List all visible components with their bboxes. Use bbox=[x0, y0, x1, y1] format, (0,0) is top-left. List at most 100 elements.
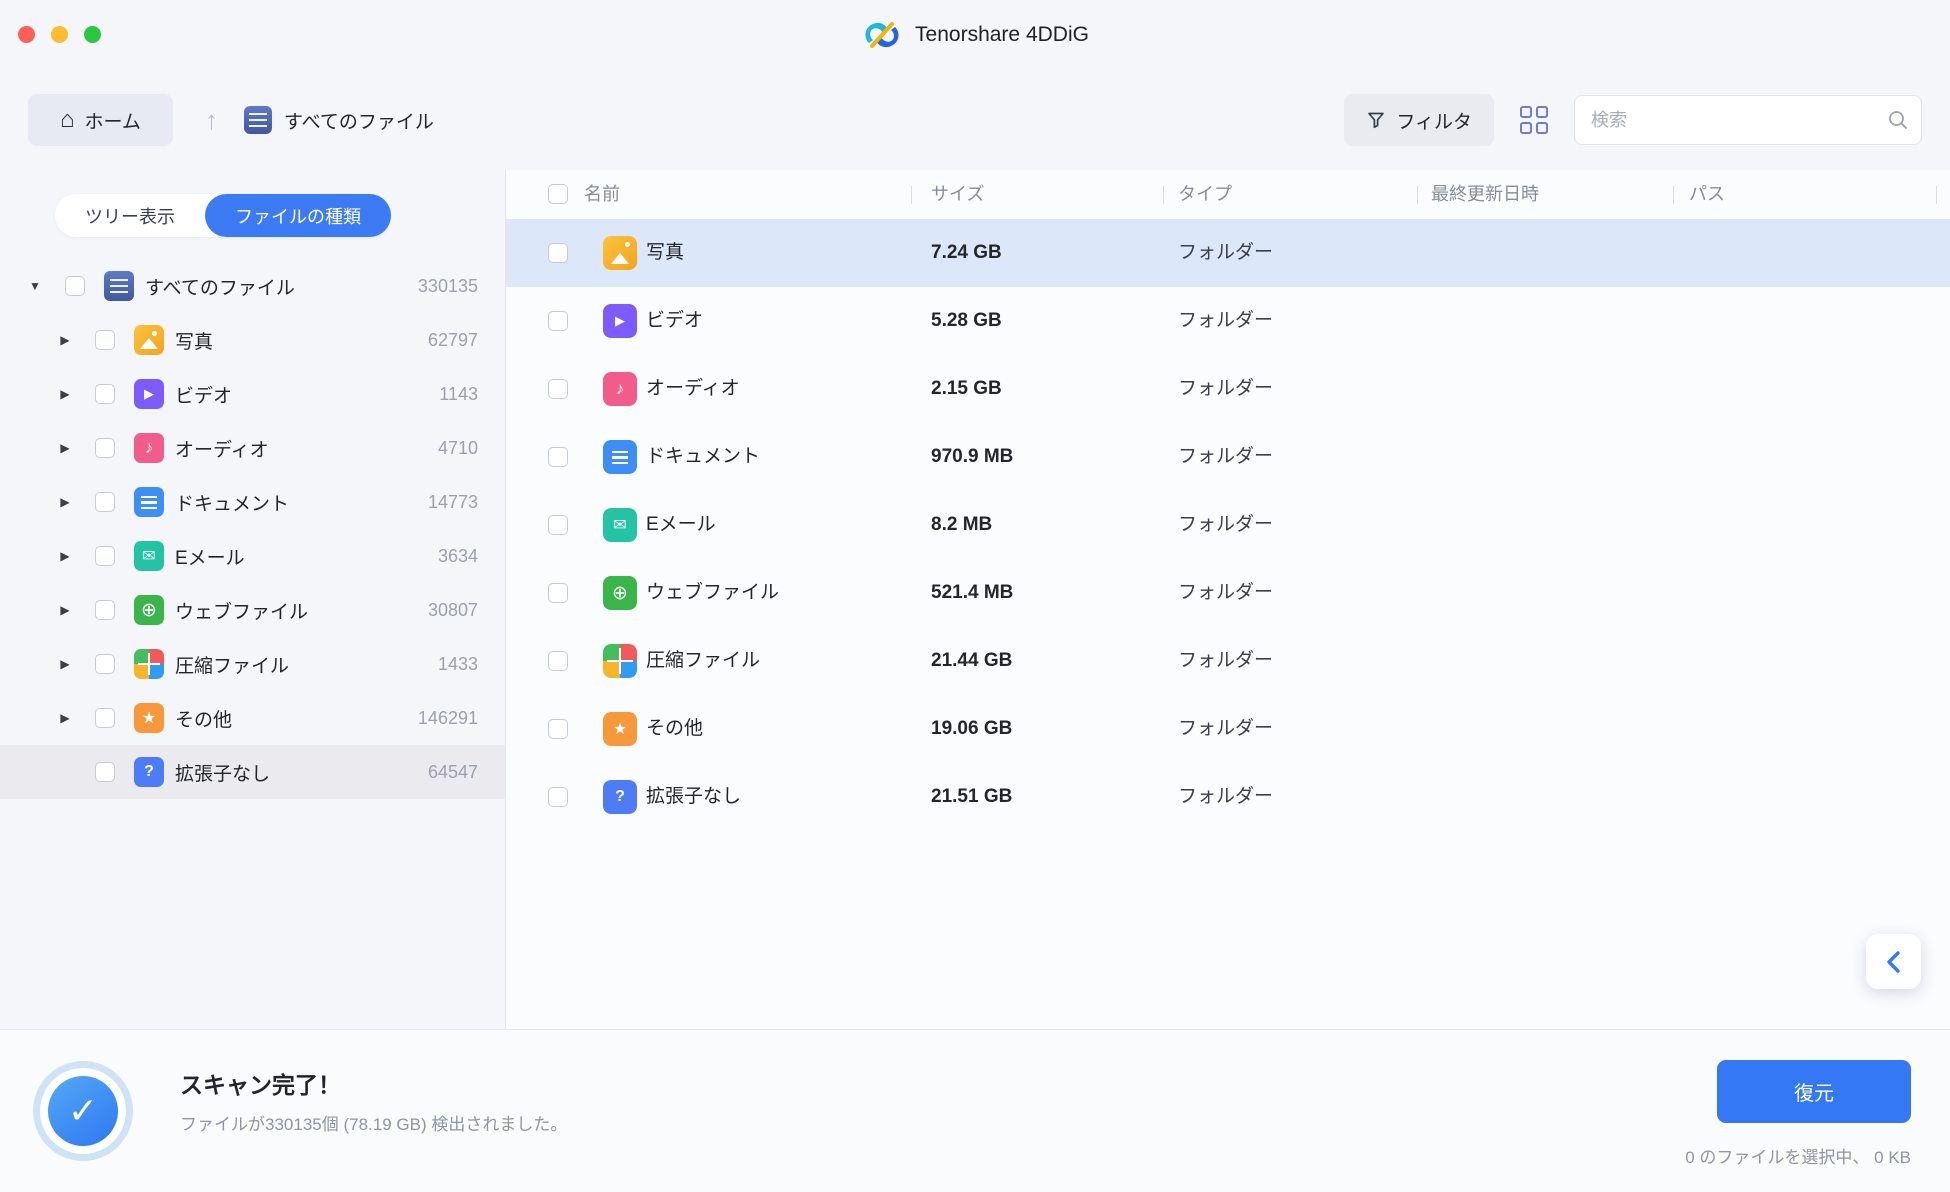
checkbox[interactable] bbox=[95, 438, 115, 458]
collapse-panel-button[interactable] bbox=[1866, 934, 1921, 989]
traffic-lights bbox=[18, 26, 101, 43]
sidebar-item-label: その他 bbox=[175, 705, 232, 732]
column-header-name[interactable]: 名前 bbox=[584, 170, 620, 219]
checkmark-icon: ✓ bbox=[48, 1076, 118, 1146]
search-icon[interactable] bbox=[1887, 109, 1909, 131]
sidebar-item-label: オーディオ bbox=[175, 435, 269, 462]
table-row[interactable]: 圧縮ファイル 21.44 GB フォルダー bbox=[506, 627, 1950, 695]
column-header-path[interactable]: パス bbox=[1689, 170, 1725, 219]
checkbox[interactable] bbox=[95, 762, 115, 782]
expand-caret-icon[interactable]: ▶ bbox=[57, 657, 73, 671]
table-row[interactable]: その他 19.06 GB フォルダー bbox=[506, 695, 1950, 763]
checkbox[interactable] bbox=[548, 651, 568, 671]
expand-caret-icon[interactable]: ▶ bbox=[57, 711, 73, 725]
file-type-tree: ▼ すべてのファイル 330135 ▶ 写真 62797 ▶ ビデオ 1143 bbox=[0, 259, 505, 799]
sidebar-item-all-files[interactable]: ▼ すべてのファイル 330135 bbox=[0, 259, 505, 313]
checkbox[interactable] bbox=[548, 787, 568, 807]
maximize-button[interactable] bbox=[84, 26, 101, 43]
photo-icon bbox=[134, 325, 164, 355]
table-header: 名前 サイズ タイプ 最終更新日時 パス bbox=[506, 170, 1950, 219]
expand-caret-icon[interactable]: ▶ bbox=[57, 495, 73, 509]
checkbox[interactable] bbox=[95, 546, 115, 566]
sidebar-item-photos[interactable]: ▶ 写真 62797 bbox=[0, 313, 505, 367]
app-title: Tenorshare 4DDiG bbox=[915, 23, 1089, 47]
checkbox[interactable] bbox=[95, 492, 115, 512]
checkbox[interactable] bbox=[548, 311, 568, 331]
column-header-type[interactable]: タイプ bbox=[1178, 170, 1232, 219]
breadcrumb[interactable]: すべてのファイル bbox=[244, 106, 434, 134]
home-button[interactable]: ⌂ ホーム bbox=[28, 94, 173, 146]
expand-caret-icon[interactable]: ▶ bbox=[57, 387, 73, 401]
sidebar-item-label: すべてのファイル bbox=[145, 273, 295, 300]
chevron-left-icon bbox=[1883, 949, 1905, 975]
filter-button[interactable]: フィルタ bbox=[1344, 94, 1494, 146]
column-divider bbox=[1673, 186, 1674, 204]
item-count: 3634 bbox=[438, 546, 478, 567]
table-row[interactable]: オーディオ 2.15 GB フォルダー bbox=[506, 355, 1950, 423]
grid-view-button[interactable] bbox=[1520, 106, 1548, 134]
checkbox[interactable] bbox=[95, 330, 115, 350]
collapse-caret-icon[interactable]: ▼ bbox=[27, 279, 43, 293]
cell-size: 7.24 GB bbox=[931, 219, 1002, 287]
breadcrumb-label: すべてのファイル bbox=[284, 107, 434, 134]
cell-size: 5.28 GB bbox=[931, 287, 1002, 355]
table-row[interactable]: 拡張子なし 21.51 GB フォルダー bbox=[506, 763, 1950, 831]
up-arrow-icon[interactable]: ↑ bbox=[205, 105, 218, 136]
expand-caret-icon[interactable]: ▶ bbox=[57, 603, 73, 617]
table-row[interactable]: ビデオ 5.28 GB フォルダー bbox=[506, 287, 1950, 355]
sidebar-item-videos[interactable]: ▶ ビデオ 1143 bbox=[0, 367, 505, 421]
sidebar-item-archives[interactable]: ▶ 圧縮ファイル 1433 bbox=[0, 637, 505, 691]
drive-icon bbox=[104, 271, 134, 301]
no-extension-icon bbox=[603, 780, 637, 814]
cell-size: 21.51 GB bbox=[931, 763, 1012, 831]
sidebar-item-label: Eメール bbox=[175, 543, 245, 570]
recover-button[interactable]: 復元 bbox=[1717, 1060, 1911, 1123]
grid-view-icon bbox=[1520, 106, 1548, 134]
checkbox[interactable] bbox=[95, 654, 115, 674]
column-header-size[interactable]: サイズ bbox=[931, 170, 984, 219]
tab-file-type[interactable]: ファイルの種類 bbox=[205, 194, 391, 237]
select-all-checkbox[interactable] bbox=[548, 184, 568, 204]
item-count: 4710 bbox=[438, 438, 478, 459]
checkbox[interactable] bbox=[548, 719, 568, 739]
sidebar: ツリー表示 ファイルの種類 ▼ すべてのファイル 330135 ▶ 写真 627… bbox=[0, 170, 506, 1029]
tab-tree-view[interactable]: ツリー表示 bbox=[55, 194, 205, 237]
table-row[interactable]: Eメール 8.2 MB フォルダー bbox=[506, 491, 1950, 559]
checkbox[interactable] bbox=[65, 276, 85, 296]
minimize-button[interactable] bbox=[51, 26, 68, 43]
expand-caret-icon[interactable]: ▶ bbox=[57, 441, 73, 455]
sidebar-item-label: ウェブファイル bbox=[175, 597, 308, 624]
checkbox[interactable] bbox=[548, 583, 568, 603]
checkbox[interactable] bbox=[95, 708, 115, 728]
sidebar-item-documents[interactable]: ▶ ドキュメント 14773 bbox=[0, 475, 505, 529]
checkbox[interactable] bbox=[548, 447, 568, 467]
table-row[interactable]: ウェブファイル 521.4 MB フォルダー bbox=[506, 559, 1950, 627]
column-header-modified[interactable]: 最終更新日時 bbox=[1431, 170, 1539, 219]
cell-name: ドキュメント bbox=[646, 423, 760, 491]
table-row[interactable]: ドキュメント 970.9 MB フォルダー bbox=[506, 423, 1950, 491]
close-button[interactable] bbox=[18, 26, 35, 43]
cell-name: ウェブファイル bbox=[646, 559, 779, 627]
checkbox[interactable] bbox=[548, 243, 568, 263]
search-input[interactable] bbox=[1574, 95, 1922, 145]
archive-icon bbox=[134, 649, 164, 679]
document-icon bbox=[603, 440, 637, 474]
video-icon bbox=[603, 304, 637, 338]
cell-name: 写真 bbox=[646, 219, 684, 287]
checkbox[interactable] bbox=[548, 379, 568, 399]
sidebar-item-web-files[interactable]: ▶ ウェブファイル 30807 bbox=[0, 583, 505, 637]
audio-icon bbox=[603, 372, 637, 406]
email-icon bbox=[134, 541, 164, 571]
sidebar-item-audio[interactable]: ▶ オーディオ 4710 bbox=[0, 421, 505, 475]
cell-size: 19.06 GB bbox=[931, 695, 1012, 763]
table-row[interactable]: 写真 7.24 GB フォルダー bbox=[506, 219, 1950, 287]
expand-caret-icon[interactable]: ▶ bbox=[57, 333, 73, 347]
sidebar-item-others[interactable]: ▶ その他 146291 bbox=[0, 691, 505, 745]
expand-caret-icon[interactable]: ▶ bbox=[57, 549, 73, 563]
sidebar-item-email[interactable]: ▶ Eメール 3634 bbox=[0, 529, 505, 583]
checkbox[interactable] bbox=[95, 384, 115, 404]
cell-size: 521.4 MB bbox=[931, 559, 1013, 627]
checkbox[interactable] bbox=[548, 515, 568, 535]
checkbox[interactable] bbox=[95, 600, 115, 620]
sidebar-item-no-extension[interactable]: ▶ 拡張子なし 64547 bbox=[0, 745, 505, 799]
